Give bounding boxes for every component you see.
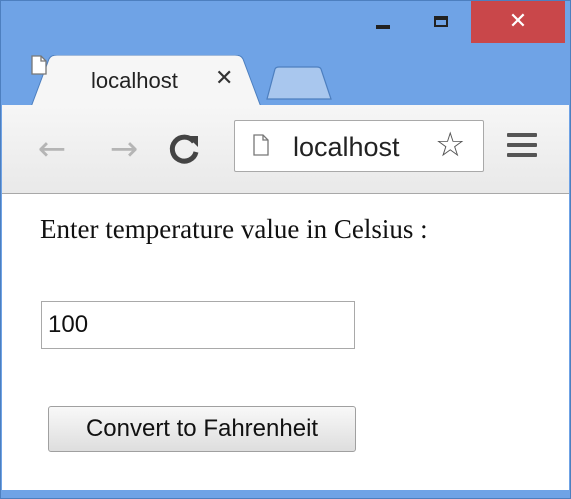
back-arrow-icon[interactable]: ← <box>30 127 74 171</box>
menu-icon-bar <box>507 153 537 157</box>
page-icon <box>253 134 269 156</box>
browser-window: ✕ localhost ✕ ← → localhost ☆ Enter temp… <box>0 0 571 499</box>
browser-toolbar: ← → localhost ☆ <box>2 105 569 194</box>
close-icon: ✕ <box>508 9 528 34</box>
close-window-button[interactable]: ✕ <box>471 1 565 43</box>
menu-icon-bar <box>507 143 537 147</box>
bookmark-star-icon[interactable]: ☆ <box>435 125 465 165</box>
page-icon <box>31 55 47 75</box>
menu-icon[interactable] <box>507 133 537 163</box>
celsius-input[interactable] <box>41 301 355 349</box>
maximize-button[interactable] <box>421 1 461 41</box>
tab-close-icon[interactable]: ✕ <box>215 66 233 91</box>
tab-title: localhost <box>91 68 178 93</box>
maximize-icon <box>434 15 448 27</box>
convert-to-fahrenheit-button[interactable]: Convert to Fahrenheit <box>48 406 356 452</box>
reload-icon-glyph <box>169 134 199 164</box>
celsius-prompt-label: Enter temperature value in Celsius : <box>40 214 428 244</box>
address-bar[interactable]: localhost ☆ <box>234 120 484 172</box>
minimize-button[interactable] <box>363 1 403 41</box>
page-content: Enter temperature value in Celsius : Con… <box>2 194 569 490</box>
menu-icon-bar <box>507 133 537 137</box>
reload-icon[interactable] <box>162 127 206 171</box>
minimize-icon <box>376 25 390 29</box>
forward-arrow-icon[interactable]: → <box>102 127 146 171</box>
tab-localhost[interactable]: localhost ✕ <box>31 55 261 107</box>
new-tab-button[interactable] <box>263 65 335 101</box>
url-text: localhost <box>293 132 400 162</box>
window-bottom-frame <box>2 490 569 498</box>
